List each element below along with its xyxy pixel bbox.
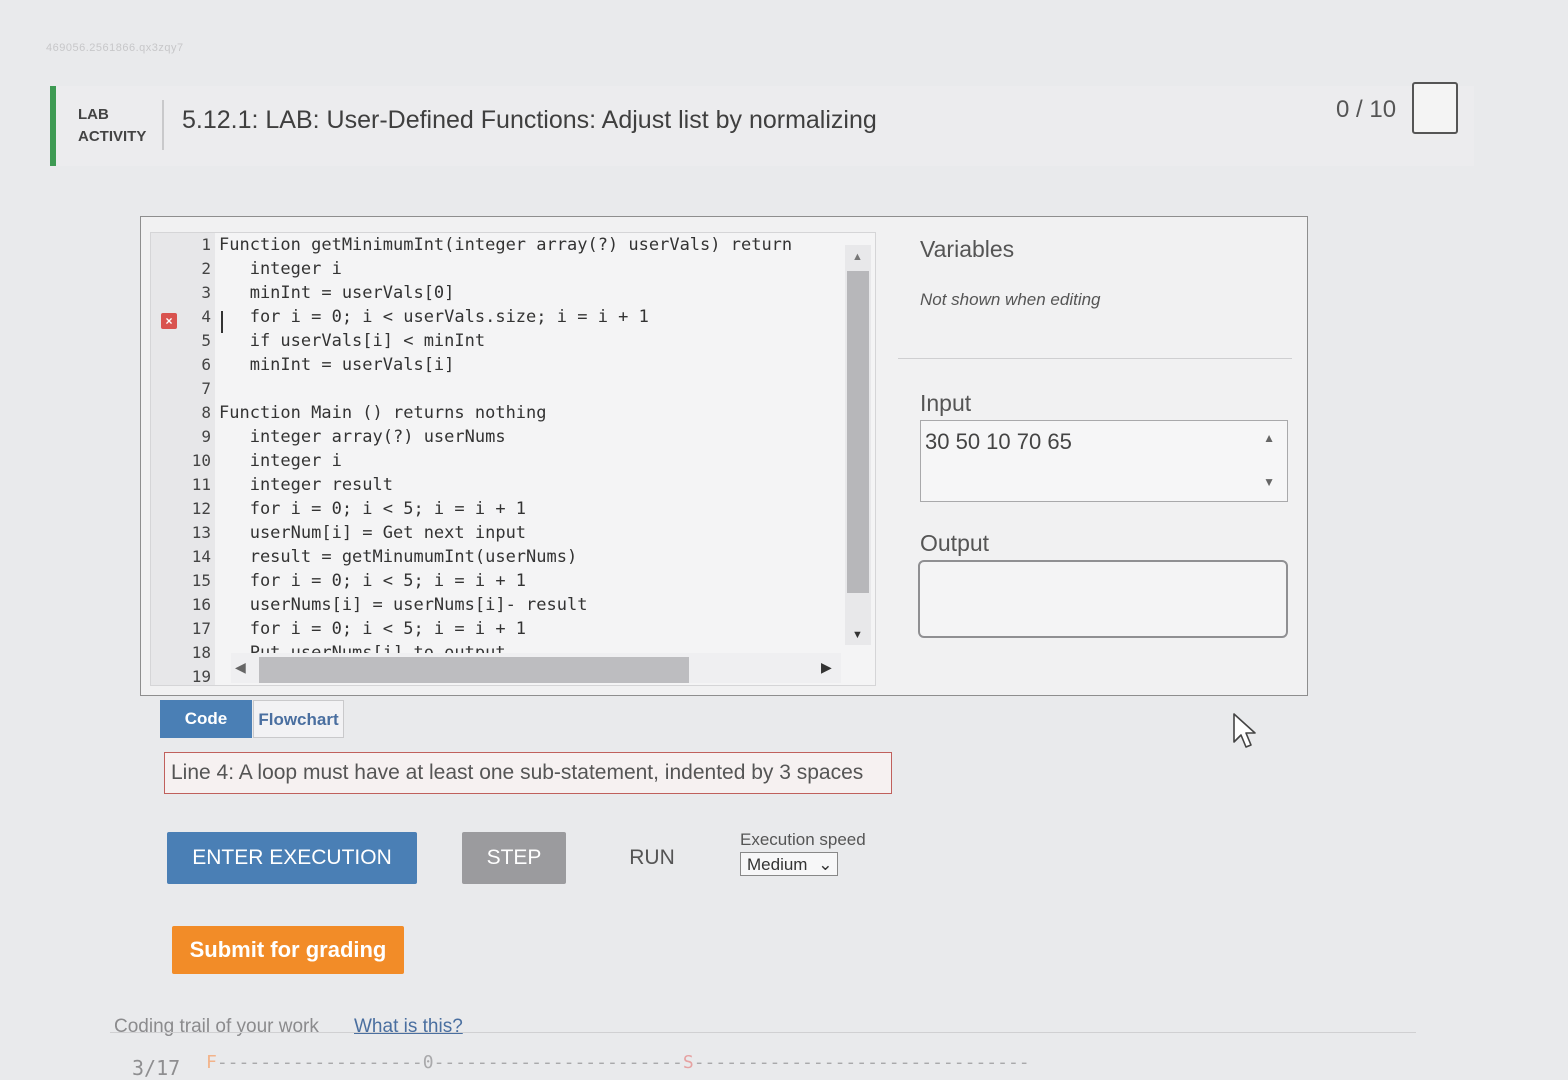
lab-label-line2: ACTIVITY (78, 128, 147, 145)
line-number: 17 (191, 619, 211, 638)
variables-title: Variables (920, 236, 1015, 262)
line-number: 16 (191, 595, 211, 614)
page-id: 469056.2561866.qx3zqy7 (46, 42, 184, 54)
speed-value: Medium (747, 855, 808, 874)
line-number: 10 (191, 451, 211, 470)
code-line[interactable]: for i = 0; i < userVals.size; i = i + 1 (219, 307, 649, 327)
coding-trail-progress: F-------------------0-------------------… (206, 1052, 1030, 1073)
horizontal-scroll-thumb[interactable] (259, 657, 689, 683)
right-divider (898, 358, 1292, 359)
line-number: 14 (191, 547, 211, 566)
line-number: 7 (201, 379, 211, 398)
chevron-down-icon: ⌄ (818, 855, 833, 874)
code-editor[interactable]: 1 Function getMinimumInt(integer array(?)… (150, 232, 876, 686)
trail-end: ------------------------------- (693, 1052, 1030, 1073)
header-divider (162, 100, 164, 150)
scroll-up-icon[interactable]: ▲ (852, 251, 863, 263)
enter-execution-button[interactable]: ENTER EXECUTION (167, 832, 417, 884)
scroll-right-icon[interactable]: ▶ (821, 659, 832, 676)
trail-mid: -------------------0--------------------… (216, 1052, 683, 1073)
step-button[interactable]: STEP (462, 832, 566, 884)
trail-count: 3/17 (132, 1056, 181, 1080)
line-number: 8 (201, 403, 211, 422)
execution-speed-select[interactable]: Medium ⌄ (740, 852, 838, 876)
line-number: 11 (191, 475, 211, 494)
code-line[interactable]: if userVals[i] < minInt (219, 331, 485, 351)
code-line[interactable]: integer array(?) userNums (219, 427, 506, 447)
code-line[interactable]: Function getMinimumInt(integer array(?) … (219, 235, 792, 255)
line-number: 9 (201, 427, 211, 446)
code-line[interactable]: Function Main () returns nothing (219, 403, 547, 423)
code-line[interactable]: integer result (219, 475, 393, 495)
input-scroll-up-icon[interactable]: ▲ (1263, 431, 1275, 445)
code-line[interactable]: for i = 0; i < 5; i = i + 1 (219, 619, 526, 639)
vertical-scrollbar[interactable]: ▲ ▼ (845, 245, 871, 645)
submit-for-grading-button[interactable]: Submit for grading (172, 926, 404, 974)
output-field (918, 560, 1288, 638)
tab-code[interactable]: Code (160, 700, 252, 738)
code-line[interactable]: userNums[i] = userNums[i]- result (219, 595, 588, 615)
what-is-this-link[interactable]: What is this? (354, 1016, 463, 1038)
trail-s-marker: S (682, 1052, 694, 1073)
input-scroll-down-icon[interactable]: ▼ (1263, 475, 1275, 489)
run-button[interactable]: RUN (612, 846, 692, 870)
line-number: 2 (201, 259, 211, 278)
code-line[interactable]: integer i (219, 259, 342, 279)
lab-title: 5.12.1: LAB: User-Defined Functions: Adj… (182, 106, 877, 134)
input-title: Input (920, 390, 972, 416)
vertical-scroll-thumb[interactable] (847, 271, 869, 593)
tab-flowchart[interactable]: Flowchart (253, 700, 344, 738)
code-line[interactable]: minInt = userVals[i] (219, 355, 455, 375)
lab-activity-label: LAB ACTIVITY (78, 104, 146, 148)
line-number: 19 (191, 667, 211, 686)
score: 0 / 10 (1336, 96, 1397, 123)
error-message: Line 4: A loop must have at least one su… (164, 752, 892, 794)
text-cursor (221, 311, 223, 333)
input-field[interactable]: 30 50 10 70 65 ▲ ▼ (920, 420, 1288, 502)
code-line[interactable]: for i = 0; i < 5; i = i + 1 (219, 571, 526, 591)
trail-divider (110, 1032, 1416, 1033)
variables-note: Not shown when editing (920, 290, 1101, 309)
lab-label-line1: LAB (78, 106, 109, 123)
line-number: 15 (191, 571, 211, 590)
trail-f-marker: F (206, 1052, 217, 1073)
line-number: 13 (191, 523, 211, 542)
execution-speed-label: Execution speed (740, 830, 866, 849)
score-checkbox-icon (1412, 82, 1458, 134)
line-number: 3 (201, 283, 211, 302)
line-number: 1 (201, 235, 211, 254)
lab-header: LAB ACTIVITY 5.12.1: LAB: User-Defined F… (50, 82, 1474, 166)
horizontal-scrollbar[interactable]: ◀ ▶ (231, 653, 841, 683)
code-line[interactable]: minInt = userVals[0] (219, 283, 455, 303)
line-number: 5 (201, 331, 211, 350)
code-line[interactable]: for i = 0; i < 5; i = i + 1 (219, 499, 526, 519)
line-number: 12 (191, 499, 211, 518)
output-title: Output (920, 530, 990, 556)
code-line[interactable]: userNum[i] = Get next input (219, 523, 526, 543)
code-line[interactable]: integer i (219, 451, 342, 471)
code-line[interactable]: result = getMinumumInt(userNums) (219, 547, 578, 567)
line-number: 6 (201, 355, 211, 374)
mouse-pointer-icon (1233, 713, 1256, 748)
scroll-down-icon[interactable]: ▼ (852, 629, 863, 641)
scroll-left-icon[interactable]: ◀ (235, 659, 246, 676)
error-marker-icon[interactable]: × (161, 313, 177, 329)
line-number: 4 (201, 307, 211, 326)
line-number: 18 (191, 643, 211, 662)
coding-trail-label: Coding trail of your work (114, 1016, 319, 1037)
input-value[interactable]: 30 50 10 70 65 (925, 429, 1072, 455)
